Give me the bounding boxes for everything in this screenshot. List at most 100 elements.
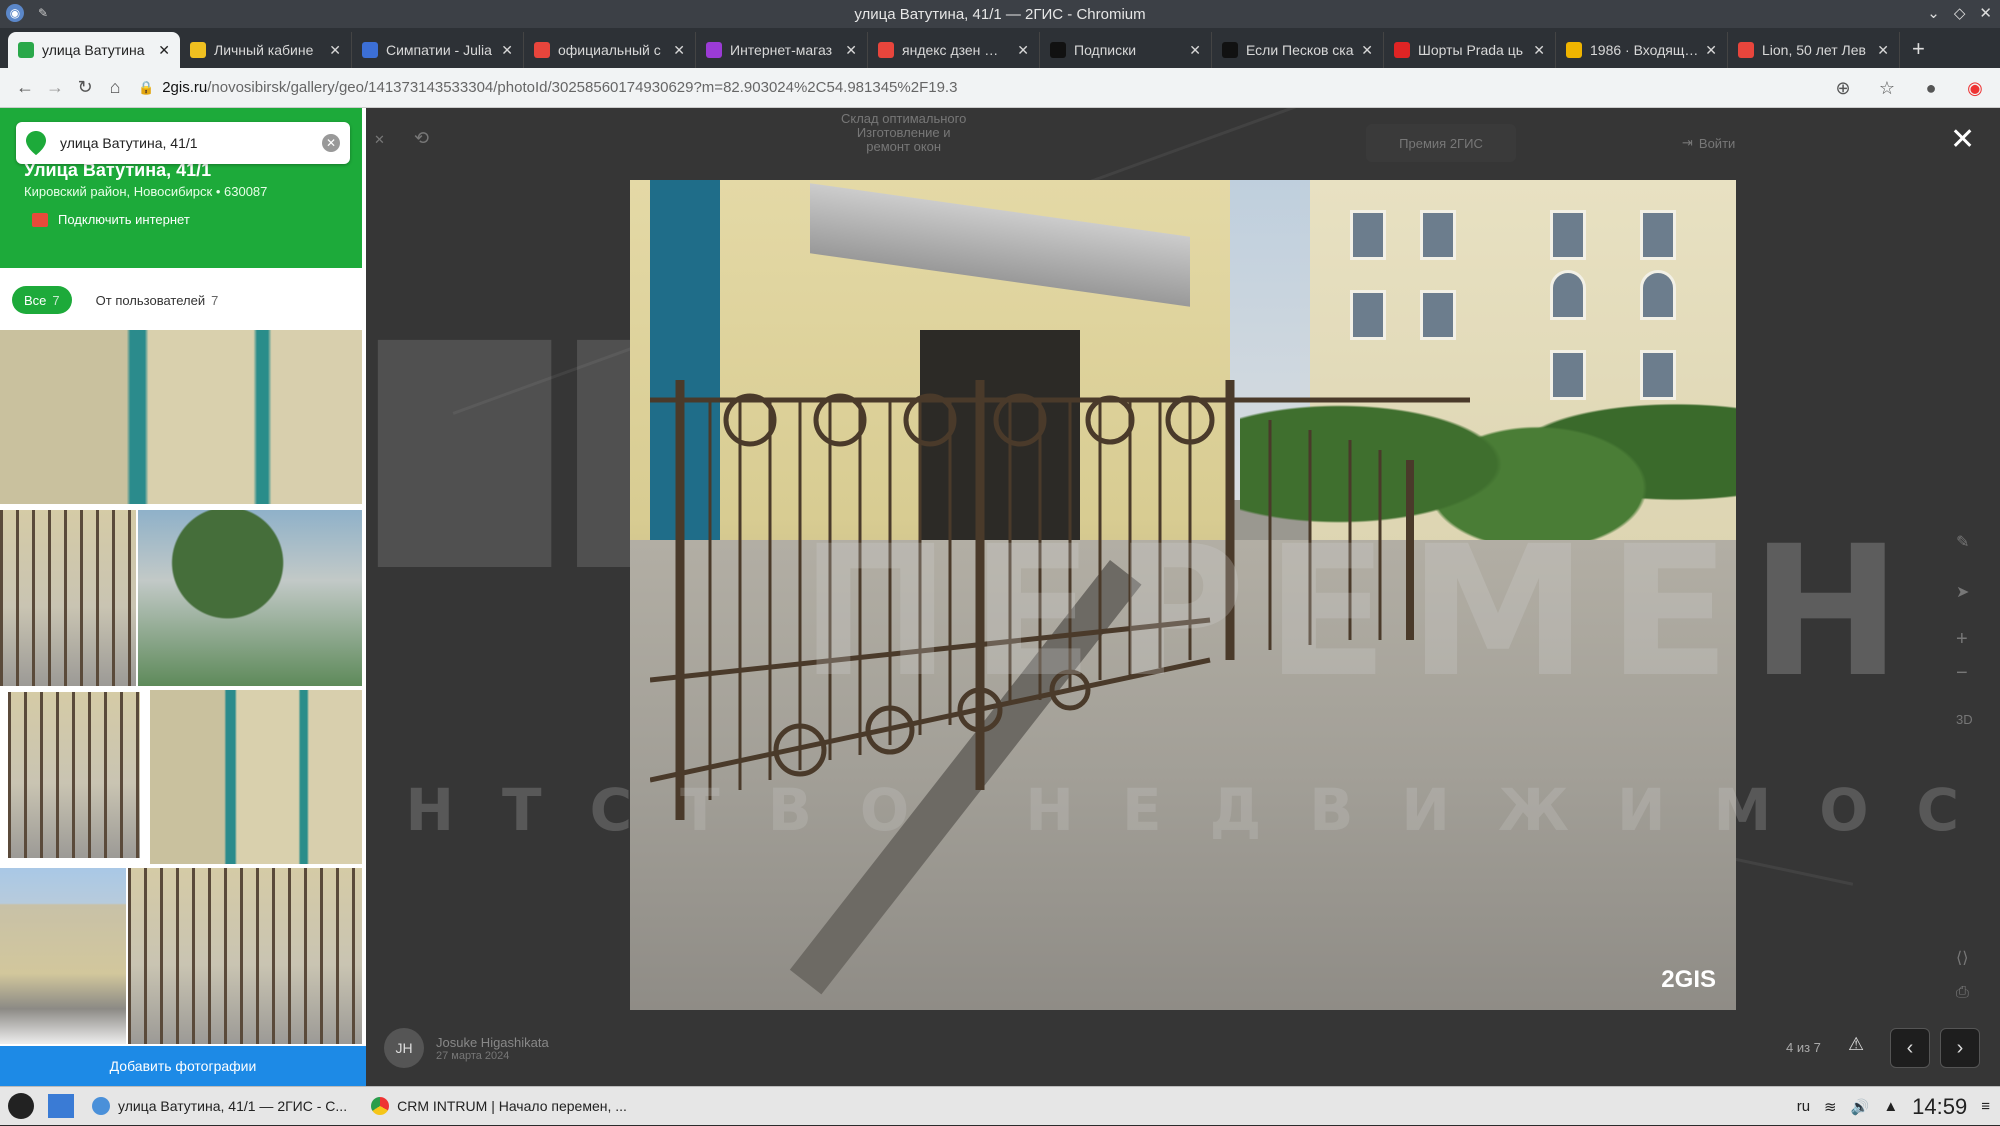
filter-users-label: От пользователей xyxy=(95,292,206,308)
keyboard-layout[interactable]: ru xyxy=(1797,1098,1810,1115)
menu-icon[interactable]: ≡ xyxy=(1981,1098,1990,1115)
browser-tab[interactable]: Симпатии - Julia ✕ xyxy=(352,32,524,68)
forward-icon[interactable]: → xyxy=(40,73,70,103)
tab-close-icon[interactable]: ✕ xyxy=(1533,42,1545,59)
page-content: ✕ ⟲ Склад оптимального Изготовление и ре… xyxy=(0,108,2000,1086)
route-icon[interactable]: ⟲ xyxy=(414,128,429,149)
tab-close-icon[interactable]: ✕ xyxy=(1361,42,1373,59)
zoom-out-icon[interactable]: − xyxy=(1956,662,1968,685)
ruler-icon[interactable]: ✎ xyxy=(1956,532,1969,552)
close-viewer-icon[interactable]: ✕ xyxy=(1950,122,1975,157)
taskbar-window-1[interactable]: CRM INTRUM | Начало перемен, ... xyxy=(359,1087,639,1126)
network-icon[interactable]: ≋ xyxy=(1824,1098,1837,1116)
filter-all[interactable]: Все 7 xyxy=(12,286,72,314)
clock[interactable]: 14:59 xyxy=(1912,1094,1967,1120)
share-icon[interactable]: ⟨⟩ xyxy=(1956,948,1968,968)
tab-label: Подписки xyxy=(1074,42,1137,58)
photo-thumbnail[interactable] xyxy=(150,690,362,864)
app-menu-icon[interactable]: ◉ xyxy=(6,4,24,22)
photo-thumbnail[interactable] xyxy=(0,868,126,1044)
translate-icon[interactable]: ⊕ xyxy=(1828,73,1858,103)
browser-tab[interactable]: официальный с ✕ xyxy=(524,32,696,68)
clear-search-icon[interactable]: ✕ xyxy=(322,134,340,152)
photo-counter: 4 из 7 xyxy=(1786,1040,1821,1055)
3d-toggle[interactable]: 3D xyxy=(1956,712,1973,727)
search-input[interactable]: улица Ватутина, 41/1 ✕ xyxy=(16,122,350,164)
left-panel: Улица Ватутина, 41/1 Кировский район, Но… xyxy=(0,108,366,1086)
tray-expand-icon[interactable]: ▲ xyxy=(1883,1098,1898,1115)
map-label: Склад оптимального Изготовление и ремонт… xyxy=(841,111,967,154)
tab-close-icon[interactable]: ✕ xyxy=(673,42,685,59)
avatar: JH xyxy=(384,1028,424,1068)
browser-tab[interactable]: Личный кабине ✕ xyxy=(180,32,352,68)
photo-thumbnail[interactable] xyxy=(128,868,362,1044)
browser-tab[interactable]: Интернет-магаз ✕ xyxy=(696,32,868,68)
tab-close-icon[interactable]: ✕ xyxy=(329,42,341,59)
lock-icon[interactable]: 🔒 xyxy=(138,80,154,96)
back-icon[interactable]: ← xyxy=(10,73,40,103)
photo-thumbnail[interactable] xyxy=(0,510,136,686)
profile-icon[interactable]: ● xyxy=(1916,73,1946,103)
window-titlebar: ◉ ✎ улица Ватутина, 41/1 — 2ГИС - Chromi… xyxy=(0,0,2000,28)
tab-close-icon[interactable]: ✕ xyxy=(845,42,857,59)
prev-photo-button[interactable]: ‹ xyxy=(1890,1028,1930,1068)
tab-label: официальный с xyxy=(558,42,661,58)
zoom-in-icon[interactable]: + xyxy=(1956,628,1968,651)
browser-tab[interactable]: Шорты Prada ць ✕ xyxy=(1384,32,1556,68)
photo-thumbnail[interactable] xyxy=(0,330,362,504)
photo-thumbnail[interactable] xyxy=(8,692,140,858)
close-window-icon[interactable]: ✕ xyxy=(1979,4,1992,22)
add-photo-button[interactable]: Добавить фотографии xyxy=(0,1046,366,1086)
bookmark-star-icon[interactable]: ☆ xyxy=(1872,73,1902,103)
start-menu-button[interactable] xyxy=(0,1087,42,1126)
new-tab-button[interactable]: + xyxy=(1912,36,1925,62)
login-button[interactable]: ⇥ Войти xyxy=(1682,124,1782,162)
tab-close-icon[interactable]: ✕ xyxy=(1189,42,1201,59)
tab-close-icon[interactable]: ✕ xyxy=(1705,42,1717,59)
map-close-icon[interactable]: ✕ xyxy=(374,132,385,148)
maximize-icon[interactable]: ◇ xyxy=(1954,4,1966,22)
photo-author[interactable]: JH Josuke Higashikata 27 марта 2024 xyxy=(384,1028,549,1068)
photo-thumbnail[interactable] xyxy=(138,510,362,686)
premium-button[interactable]: Премия 2ГИС xyxy=(1366,124,1516,162)
map-pin-icon xyxy=(26,131,46,155)
browser-tab[interactable]: Подписки ✕ xyxy=(1040,32,1212,68)
browser-tab[interactable]: яндекс дзен — Я ✕ xyxy=(868,32,1040,68)
window-title: улица Ватутина, 41/1 — 2ГИС - Chromium xyxy=(854,5,1146,23)
address-bar[interactable]: 🔒 2gis.ru /novosibirsk/gallery/geo/14137… xyxy=(138,73,1838,103)
browser-tab[interactable]: улица Ватутина ✕ xyxy=(8,32,180,68)
tab-close-icon[interactable]: ✕ xyxy=(501,42,513,59)
chevron-right-icon: › xyxy=(1956,1036,1964,1059)
volume-icon[interactable]: 🔊 xyxy=(1851,1098,1870,1116)
search-value: улица Ватутина, 41/1 xyxy=(60,135,198,151)
tab-favicon-icon xyxy=(534,42,550,58)
tab-close-icon[interactable]: ✕ xyxy=(1017,42,1029,59)
chevron-left-icon: ‹ xyxy=(1906,1036,1914,1059)
pin-icon[interactable]: ✎ xyxy=(34,4,52,22)
minimize-icon[interactable]: ⌄ xyxy=(1927,4,1940,22)
photo-date: 27 марта 2024 xyxy=(436,1049,510,1062)
locate-icon[interactable]: ➤ xyxy=(1956,582,1969,602)
tab-label: 1986 · Входящие xyxy=(1590,42,1700,58)
tab-favicon-icon xyxy=(878,42,894,58)
tab-close-icon[interactable]: ✕ xyxy=(158,42,170,59)
url-host: 2gis.ru xyxy=(162,79,208,96)
tab-close-icon[interactable]: ✕ xyxy=(1877,42,1889,59)
browser-tab[interactable]: Если Песков ска ✕ xyxy=(1212,32,1384,68)
tab-label: Lion, 50 лет Лев xyxy=(1762,42,1866,58)
internet-link[interactable]: Подключить интернет xyxy=(32,212,190,227)
browser-tab[interactable]: Lion, 50 лет Лев ✕ xyxy=(1728,32,1900,68)
next-photo-button[interactable]: › xyxy=(1940,1028,1980,1068)
browser-tab[interactable]: 1986 · Входящие ✕ xyxy=(1556,32,1728,68)
filter-users[interactable]: От пользователей 7 xyxy=(83,286,231,314)
tab-label: улица Ватутина xyxy=(42,42,145,58)
show-desktop-button[interactable] xyxy=(42,1087,80,1126)
report-icon[interactable]: ⚠ xyxy=(1848,1034,1864,1055)
extension-icon[interactable]: ◉ xyxy=(1960,73,1990,103)
tab-label: Личный кабине xyxy=(214,42,314,58)
print-icon[interactable]: ⎙ xyxy=(1956,984,1969,1002)
tab-favicon-icon xyxy=(706,42,722,58)
reload-icon[interactable]: ↻ xyxy=(70,73,100,103)
taskbar-window-0[interactable]: улица Ватутина, 41/1 — 2ГИС - C... xyxy=(80,1087,359,1126)
home-icon[interactable]: ⌂ xyxy=(100,73,130,103)
